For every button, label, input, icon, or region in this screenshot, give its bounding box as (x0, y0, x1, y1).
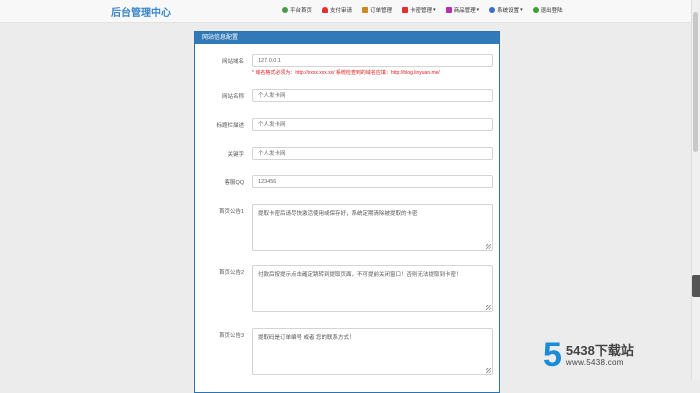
field-label: 标题栏描述 (216, 123, 244, 129)
domain-input[interactable]: 127.0.0.1 (252, 54, 493, 67)
title-desc-input[interactable]: 个人发卡网 (252, 118, 493, 131)
page-scrollbar[interactable] (691, 0, 700, 380)
resize-handle-icon[interactable] (486, 244, 491, 249)
field-label: 首页公告2 (218, 270, 244, 276)
brand-title[interactable]: 后台管理中心 (111, 4, 171, 19)
nav-goods[interactable]: 商品管理 ▾ (445, 6, 480, 14)
notice3-textarea[interactable]: 提取码是订单编号 或者 您的联系方式！ (252, 328, 493, 375)
nav-settings[interactable]: 系统设置 ▾ (489, 6, 523, 14)
logo-url: www.5438.com (565, 357, 624, 367)
chevron-down-icon: ▾ (520, 7, 523, 13)
field-label: 首页公告1 (218, 209, 244, 215)
field-label: 客服QQ (224, 180, 244, 186)
nav-orders-label: 订单管理 (370, 8, 393, 14)
field-label: 网站域名 (221, 59, 244, 65)
field-label: 关键字 (227, 152, 244, 158)
qq-input[interactable]: 123456 (252, 175, 493, 188)
field-label: 网站名称 (221, 94, 244, 100)
site-config-panel: 网站信息配置 网站域名 127.0.0.1 * 域名格式必须为：http://x… (194, 31, 500, 393)
logo-five-icon: 5 (543, 336, 562, 374)
nav-settings-label: 系统设置 (497, 8, 520, 14)
nav-logout[interactable]: 退出登陆 (532, 6, 563, 14)
top-navbar: 后台管理中心 平台首页 支付审请 订单管理 卡密管理 ▾ 商品管理 ▾ 系统设置… (0, 0, 692, 23)
nav-payment-label: 支付审请 (330, 8, 353, 14)
nav-goods-label: 商品管理 (453, 8, 476, 14)
gear-icon (489, 7, 496, 13)
nav-home[interactable]: 平台首页 (282, 6, 312, 14)
nav-logout-label: 退出登陆 (540, 8, 563, 14)
card-icon (402, 7, 409, 13)
notice1-textarea[interactable]: 提取卡密后请尽快激活使用或保存好，系统定期清除被提取的卡密 (252, 204, 493, 251)
notice3-text: 提取码是订单编号 或者 您的联系方式！ (258, 335, 355, 341)
notice2-text: 付款后按提示点击確定跳转到提取页面，不可提前关闭窗口！否则无法提取到卡密！ (258, 272, 462, 278)
cloud-icon (322, 7, 329, 13)
side-float-tab[interactable] (692, 275, 700, 297)
site-name-input[interactable]: 个人发卡网 (252, 89, 493, 102)
resize-handle-icon[interactable] (486, 368, 491, 373)
field-label: 首页公告3 (218, 333, 244, 339)
resize-handle-icon[interactable] (486, 305, 491, 310)
panel-title: 网站信息配置 (195, 32, 499, 44)
notice2-textarea[interactable]: 付款后按提示点击確定跳转到提取页面，不可提前关闭窗口！否则无法提取到卡密！ (252, 265, 493, 312)
goods-icon (445, 7, 452, 13)
chevron-down-icon: ▾ (433, 7, 436, 13)
scroll-thumb[interactable] (693, 12, 698, 152)
nav-home-label: 平台首页 (290, 8, 313, 14)
watermark-logo: 5 5438下载站 www.5438.com (543, 336, 634, 374)
nav-cards[interactable]: 卡密管理 ▾ (402, 6, 436, 14)
nav-payment[interactable]: 支付审请 (322, 6, 352, 14)
chevron-down-icon: ▾ (476, 7, 480, 13)
main-nav: 平台首页 支付审请 订单管理 卡密管理 ▾ 商品管理 ▾ 系统设置 ▾ 退出登陆 (282, 6, 573, 14)
keywords-input[interactable]: 个人发卡网 (252, 147, 493, 160)
order-icon (362, 7, 369, 13)
logout-icon (532, 7, 539, 13)
nav-cards-label: 卡密管理 (410, 8, 433, 14)
logo-text: 5438下载站 (565, 342, 634, 358)
domain-hint: * 域名格式必须为：http://xxxx.xxx.xx/ 系统检查到的域名应填… (252, 70, 440, 76)
user-icon (282, 7, 288, 13)
nav-orders[interactable]: 订单管理 (362, 6, 392, 14)
notice1-text: 提取卡密后请尽快激活使用或保存好，系统定期清除被提取的卡密 (258, 211, 418, 217)
